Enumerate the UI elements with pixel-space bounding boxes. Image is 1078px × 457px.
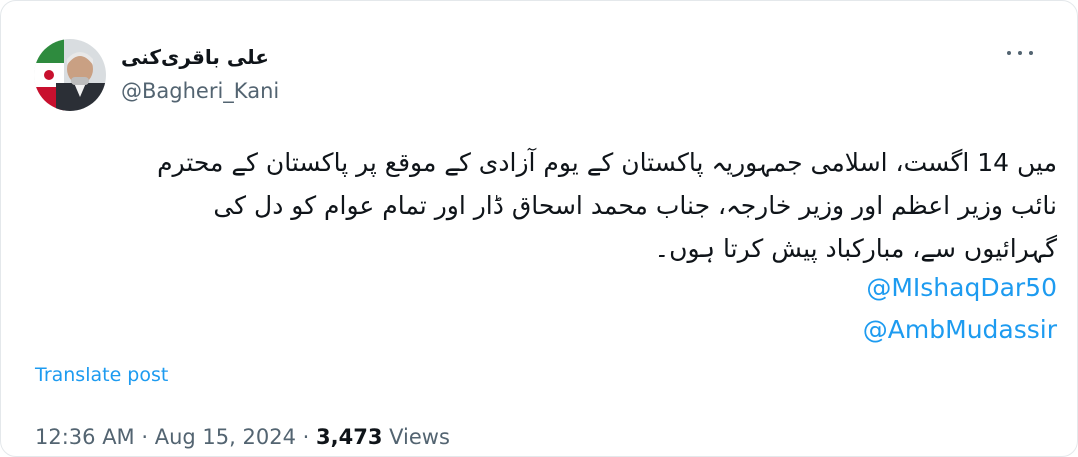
- mention-link[interactable]: @MIshaqDar50: [866, 273, 1057, 302]
- mention-link[interactable]: @AmbMudassir: [863, 315, 1057, 344]
- author-display-name[interactable]: علی باقری‌کنی: [121, 45, 269, 69]
- post-text-line: گہرائیوں سے، مبارکباد پیش کرتا ہوں۔: [654, 234, 1057, 263]
- translate-post-link[interactable]: Translate post: [35, 364, 168, 386]
- meta-separator: ·: [302, 425, 310, 449]
- views-label: Views: [389, 425, 450, 449]
- views-count: 3,473: [316, 425, 383, 449]
- author-handle[interactable]: @Bagheri_Kani: [121, 79, 279, 103]
- post-meta: 12:36 AM · Aug 15, 2024 · 3,473 Views: [35, 425, 450, 449]
- post-time[interactable]: 12:36 AM: [35, 425, 135, 449]
- meta-separator: ·: [141, 425, 149, 449]
- post-card[interactable]: علی باقری‌کنی @Bagheri_Kani میں 14 اگست،…: [0, 0, 1078, 457]
- post-date[interactable]: Aug 15, 2024: [155, 425, 296, 449]
- more-horizontal-icon[interactable]: [1007, 43, 1033, 63]
- post-text-line: میں 14 اگست، اسلامی جمہوریہ پاکستان کے ی…: [157, 148, 1057, 177]
- post-text: میں 14 اگست، اسلامی جمہوریہ پاکستان کے ی…: [37, 141, 1057, 270]
- post-text-line: نائب وزیر اعظم اور وزیر خارجہ، جناب محمد…: [213, 191, 1057, 220]
- avatar[interactable]: [34, 39, 106, 111]
